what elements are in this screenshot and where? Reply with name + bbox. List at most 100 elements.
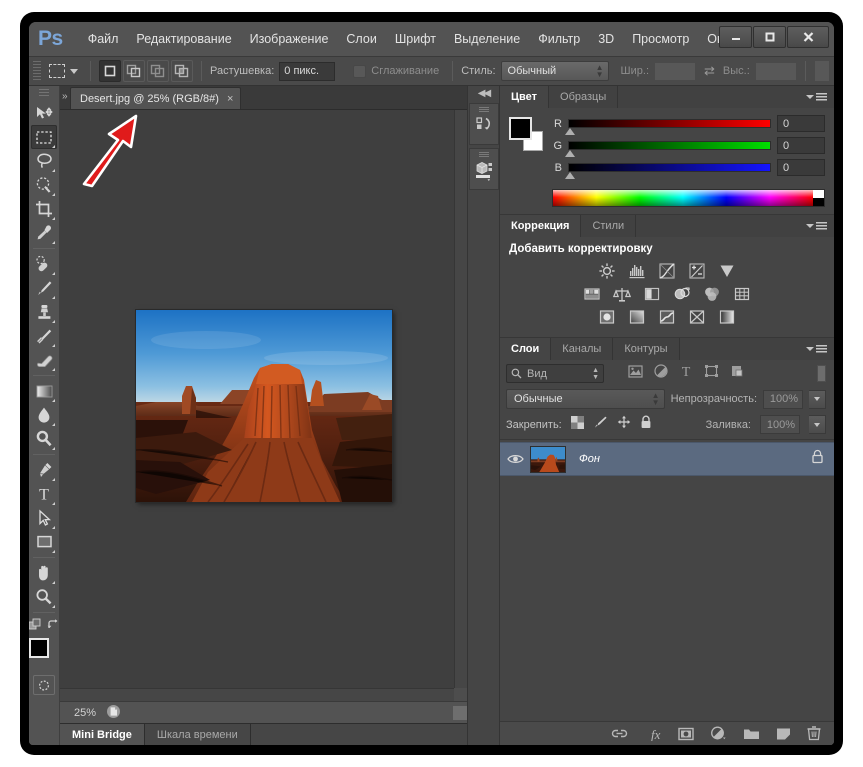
- filter-shape-icon[interactable]: [704, 364, 719, 383]
- posterize-icon[interactable]: [626, 307, 648, 327]
- move-tool[interactable]: [31, 101, 57, 125]
- menu-item-filter[interactable]: Фильтр: [529, 29, 589, 49]
- channel-mixer-icon[interactable]: [701, 284, 723, 304]
- tab-styles[interactable]: Стили: [581, 215, 637, 237]
- table-row[interactable]: Фон: [500, 442, 834, 476]
- style-select[interactable]: Обычный ▲ ▼: [500, 61, 609, 81]
- feather-input[interactable]: 0 пикс.: [279, 61, 336, 81]
- color-lookup-icon[interactable]: [731, 284, 753, 304]
- lasso-tool[interactable]: [31, 149, 57, 173]
- tool-preset-picker[interactable]: [45, 64, 82, 78]
- options-bar-grip[interactable]: [33, 61, 41, 81]
- canvas-image-desert[interactable]: [135, 309, 392, 502]
- green-value-input[interactable]: 0: [777, 137, 825, 154]
- color-balance-icon[interactable]: [611, 284, 633, 304]
- menu-item-3d[interactable]: 3D: [589, 29, 623, 49]
- eraser-tool[interactable]: [31, 348, 57, 372]
- quick-selection-tool[interactable]: [31, 173, 57, 197]
- intersect-selection-button[interactable]: [171, 60, 193, 82]
- layer-thumbnail[interactable]: [530, 445, 566, 473]
- close-button[interactable]: [787, 26, 829, 48]
- photo-filter-icon[interactable]: [671, 284, 693, 304]
- canvas-vertical-scrollbar[interactable]: [454, 110, 467, 701]
- tab-color[interactable]: Цвет: [500, 86, 550, 108]
- gradient-tool[interactable]: [31, 379, 57, 403]
- eyedropper-tool[interactable]: [31, 221, 57, 245]
- bottom-panel-menu-button[interactable]: [459, 724, 467, 745]
- add-to-selection-button[interactable]: [123, 60, 145, 82]
- filter-type-icon[interactable]: T: [679, 364, 693, 383]
- tab-timeline[interactable]: Шкала времени: [144, 724, 251, 745]
- new-group-icon[interactable]: [743, 727, 760, 741]
- tools-panel-grip[interactable]: [39, 89, 49, 97]
- antialias-checkbox[interactable]: [353, 64, 367, 78]
- blue-slider-track[interactable]: [565, 163, 771, 179]
- blue-value-input[interactable]: 0: [777, 159, 825, 176]
- tab-paths[interactable]: Контуры: [613, 338, 680, 360]
- color-spectrum-ramp[interactable]: [552, 189, 825, 207]
- history-brush-tool[interactable]: [31, 324, 57, 348]
- dodge-tool[interactable]: [31, 427, 57, 451]
- status-bar-resize-grip[interactable]: [453, 705, 467, 720]
- lock-image-pixels-icon[interactable]: [593, 415, 608, 434]
- width-input[interactable]: [654, 61, 697, 81]
- curves-icon[interactable]: [656, 261, 678, 281]
- history-actions-panel-icon[interactable]: [468, 103, 499, 145]
- foreground-color-swatch[interactable]: [29, 638, 49, 658]
- menu-item-view[interactable]: Просмотр: [623, 29, 698, 49]
- filter-smart-object-icon[interactable]: [730, 364, 744, 383]
- black-white-icon[interactable]: [641, 284, 663, 304]
- lock-transparent-pixels-icon[interactable]: [570, 415, 584, 434]
- add-layer-mask-icon[interactable]: [678, 727, 694, 741]
- layer-filter-type-select[interactable]: Вид ▲ ▼: [506, 364, 604, 383]
- new-selection-button[interactable]: [99, 60, 121, 82]
- quick-mask-mode-button[interactable]: [33, 675, 55, 695]
- fill-input[interactable]: 100%: [760, 415, 800, 434]
- menu-item-edit[interactable]: Редактирование: [127, 29, 240, 49]
- hue-saturation-icon[interactable]: [581, 284, 603, 304]
- invert-icon[interactable]: [596, 307, 618, 327]
- spectrum-gradient[interactable]: [553, 190, 813, 206]
- red-slider-thumb[interactable]: [565, 128, 575, 135]
- tab-mini-bridge[interactable]: Mini Bridge: [60, 724, 145, 745]
- new-adjustment-layer-icon[interactable]: [710, 726, 727, 741]
- rectangle-tool[interactable]: [31, 530, 57, 554]
- gradient-map-icon[interactable]: [716, 307, 738, 327]
- blend-mode-select[interactable]: Обычные ▲ ▼: [506, 389, 665, 409]
- expand-panels-icon[interactable]: »: [62, 91, 67, 102]
- rectangular-marquee-tool[interactable]: [31, 125, 57, 149]
- close-icon[interactable]: ×: [227, 93, 233, 105]
- zoom-level-input[interactable]: 25%: [74, 707, 96, 719]
- fill-dropdown-button[interactable]: [809, 415, 826, 434]
- opacity-dropdown-button[interactable]: [809, 389, 826, 409]
- layer-filter-toggle[interactable]: [817, 365, 826, 382]
- subtract-from-selection-button[interactable]: [147, 60, 169, 82]
- pen-tool[interactable]: [31, 458, 57, 482]
- vibrance-icon[interactable]: [716, 261, 738, 281]
- brush-tool[interactable]: [31, 276, 57, 300]
- spot-healing-brush-tool[interactable]: [31, 252, 57, 276]
- white-swatch[interactable]: [813, 190, 824, 198]
- refine-edge-button[interactable]: [813, 60, 830, 82]
- filter-pixel-icon[interactable]: [628, 364, 643, 383]
- hand-tool[interactable]: [31, 561, 57, 585]
- exposure-icon[interactable]: [686, 261, 708, 281]
- lock-position-icon[interactable]: [617, 415, 631, 434]
- link-layers-icon[interactable]: [611, 727, 628, 740]
- horizontal-type-tool[interactable]: T: [31, 482, 57, 506]
- canvas-viewport[interactable]: [60, 110, 467, 701]
- height-input[interactable]: [754, 61, 797, 81]
- black-swatch[interactable]: [813, 198, 824, 206]
- white-black-swatches[interactable]: [813, 190, 824, 206]
- levels-icon[interactable]: [626, 261, 648, 281]
- canvas-horizontal-scrollbar[interactable]: [60, 688, 454, 701]
- collapse-panels-icon[interactable]: ◀◀: [478, 88, 491, 99]
- tab-adjustments[interactable]: Коррекция: [500, 215, 582, 237]
- minimize-button[interactable]: [719, 26, 752, 48]
- tab-swatches[interactable]: Образцы: [549, 86, 619, 108]
- zoom-tool[interactable]: [31, 585, 57, 609]
- menu-item-select[interactable]: Выделение: [445, 29, 529, 49]
- color-panel-swatches[interactable]: [509, 117, 543, 151]
- crop-tool[interactable]: [31, 197, 57, 221]
- color-panel-menu-button[interactable]: [799, 86, 834, 108]
